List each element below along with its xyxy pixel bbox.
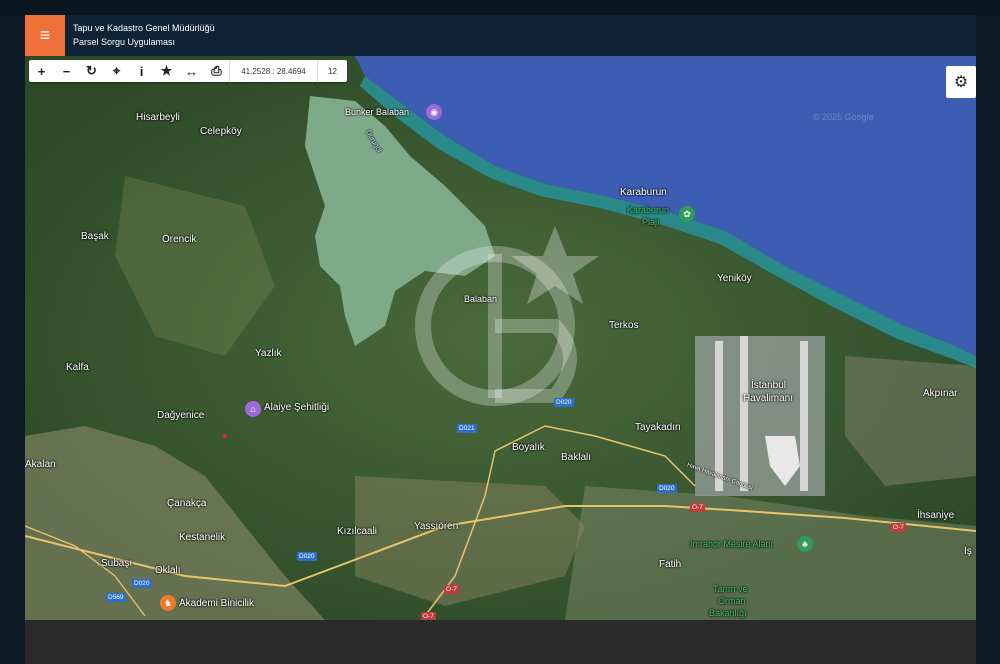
place-label: Yassıören — [414, 521, 459, 532]
window-frame: ≡ Tapu ve Kadastro Genel Müdürlüğü Parse… — [0, 0, 1000, 664]
place-label: Iş — [964, 546, 972, 557]
satellite-imagery — [25, 56, 976, 620]
place-label: Kestanelik — [179, 532, 226, 543]
place-label: Oklalı — [155, 565, 181, 576]
settings-button[interactable]: ⚙ — [946, 66, 976, 98]
print-button[interactable]: ⎙ — [204, 60, 229, 82]
top-band — [0, 0, 1000, 15]
road-shield: D020 — [132, 579, 152, 588]
poi-label: Bakanlığı — [709, 608, 747, 618]
info-icon: i — [139, 63, 144, 79]
locate-button[interactable]: ⌖ — [104, 60, 129, 82]
zoom-level-readout: 12 — [317, 60, 347, 82]
road-shield: D020 — [657, 484, 677, 493]
star-icon: ★ — [160, 63, 173, 78]
header-bar: ≡ Tapu ve Kadastro Genel Müdürlüğü Parse… — [25, 15, 976, 56]
place-label: Balaban — [464, 294, 498, 304]
place-label: Celepköy — [200, 126, 242, 137]
plus-icon: + — [37, 63, 46, 79]
poi-label: Orman — [718, 596, 746, 606]
place-label: Havalimanı — [743, 393, 794, 404]
measure-button[interactable]: ↔ — [179, 60, 204, 82]
app: ≡ Tapu ve Kadastro Genel Müdürlüğü Parse… — [25, 15, 976, 620]
place-label: Akpınar — [923, 388, 958, 399]
place-label: Fatih — [659, 559, 682, 570]
map-view[interactable]: + − ↻ ⌖ i ★ ↔ ⎙ 41.2528 : 28.4694 12 ⚙ ©… — [25, 56, 976, 620]
road-shield: O-7 — [421, 612, 436, 620]
measure-arrows-icon: ↔ — [185, 63, 198, 79]
poi-label: Karaburun — [627, 205, 670, 215]
printer-icon: ⎙ — [211, 63, 222, 78]
minus-icon: − — [62, 63, 71, 79]
refresh-button[interactable]: ↻ — [79, 60, 104, 82]
poi-label: İmrahor Mesire Alanı — [690, 539, 774, 549]
place-label: Yeniköy — [717, 273, 752, 284]
map-toolbar: + − ↻ ⌖ i ★ ↔ ⎙ 41.2528 : 28.4694 12 — [29, 60, 347, 82]
road-shield: O-7 — [891, 523, 906, 532]
place-label: Subaşı — [101, 558, 133, 569]
app-title-line2: Parsel Sorgu Uygulaması — [73, 37, 176, 47]
zoom-in-button[interactable]: + — [29, 60, 54, 82]
poi-riding-icon[interactable]: ♞ — [160, 595, 176, 611]
place-label: Tayakadın — [635, 422, 681, 433]
poi-label: Bunker Balaban — [345, 107, 410, 117]
place-label: Örencik — [162, 234, 197, 245]
place-label: İhsaniye — [917, 510, 955, 521]
place-label: Akalan — [25, 459, 56, 470]
poi-park-icon[interactable]: ♣ — [797, 536, 813, 552]
zoom-out-button[interactable]: − — [54, 60, 79, 82]
road-shield: D021 — [457, 424, 477, 433]
poi-label: Plajı — [642, 217, 660, 227]
place-label: Kızılcaali — [337, 526, 378, 537]
place-label: Boyalık — [512, 442, 545, 453]
place-label: Baklalı — [561, 452, 592, 463]
place-label: Çanakça — [167, 498, 207, 509]
poi-camera-icon[interactable]: ◉ — [426, 104, 442, 120]
hamburger-icon: ≡ — [39, 25, 51, 45]
place-label: Başak — [81, 231, 109, 242]
app-title-line1: Tapu ve Kadastro Genel Müdürlüğü — [73, 23, 215, 33]
place-label: Karaburun — [620, 187, 667, 198]
road-shield: O-7 — [444, 585, 459, 594]
poi-monument-icon[interactable]: ⌂ — [245, 401, 261, 417]
coordinate-readout: 41.2528 : 28.4694 — [229, 60, 317, 82]
bottom-band — [25, 620, 976, 664]
place-label: İstanbul — [751, 380, 787, 391]
refresh-icon: ↻ — [86, 63, 97, 78]
map-copyright: © 2025 Google — [813, 112, 874, 122]
road-shield: O-7 — [690, 503, 705, 512]
place-label: Hisarbeyli — [136, 112, 180, 123]
road-shield: D020 — [554, 398, 574, 407]
favorite-button[interactable]: ★ — [154, 60, 179, 82]
poi-label: Tarım ve — [713, 584, 748, 594]
gear-icon: ⚙ — [953, 74, 969, 91]
place-label: Dağyenice — [157, 410, 205, 421]
road-shield: D569 — [106, 593, 126, 602]
poi-beach-icon[interactable]: ✿ — [679, 206, 695, 222]
info-button[interactable]: i — [129, 60, 154, 82]
place-label: Kalfa — [66, 362, 89, 373]
crosshair-icon: ⌖ — [112, 63, 121, 78]
poi-label: Alaiye Şehitliği — [264, 402, 330, 413]
poi-label: Akademi Binicilik — [179, 598, 255, 609]
road-shield: D020 — [297, 552, 317, 561]
place-label: Yazlık — [255, 348, 282, 359]
place-label: Terkos — [609, 320, 639, 331]
menu-button[interactable]: ≡ — [25, 15, 65, 56]
